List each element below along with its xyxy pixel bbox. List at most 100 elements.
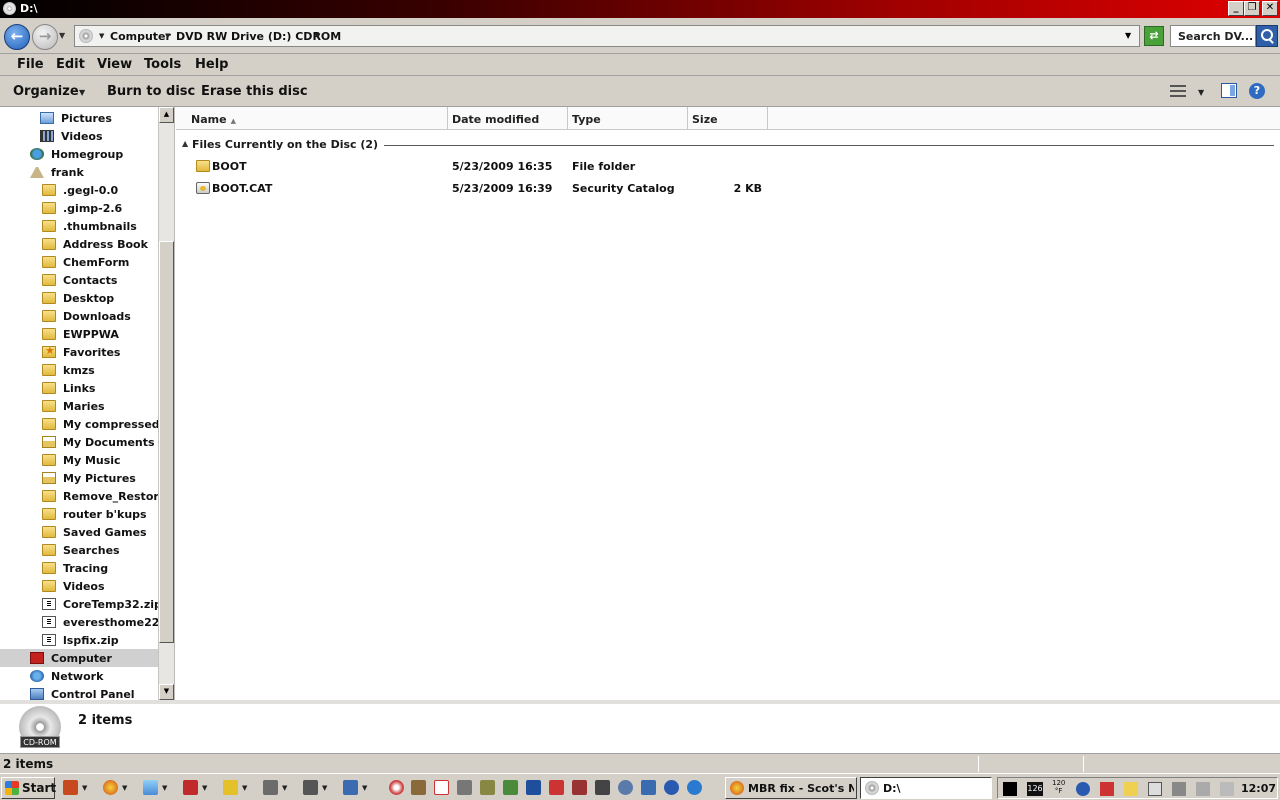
quicklaunch-icon[interactable]: [480, 780, 495, 795]
chevron-down-icon[interactable]: ▼: [362, 784, 367, 792]
tray-app-icon[interactable]: [1100, 782, 1114, 796]
quicklaunch-icon[interactable]: [411, 780, 426, 795]
close-button[interactable]: ✕: [1262, 1, 1278, 16]
menu-edit[interactable]: Edit: [56, 57, 85, 72]
address-dropdown-icon[interactable]: ▼: [1125, 31, 1131, 40]
chevron-down-icon[interactable]: ▼: [99, 32, 104, 40]
firefox-icon[interactable]: [103, 780, 118, 795]
app-group-icon[interactable]: [143, 780, 158, 795]
quicklaunch-icon[interactable]: [572, 780, 587, 795]
column-type[interactable]: Type: [568, 107, 688, 130]
app-group-icon[interactable]: [263, 780, 278, 795]
nav-item[interactable]: My Documents: [0, 433, 158, 451]
nav-item[interactable]: .thumbnails: [0, 217, 158, 235]
nav-item[interactable]: My compressed: [0, 415, 158, 433]
nav-item[interactable]: Computer: [0, 649, 158, 667]
nav-item[interactable]: My Pictures: [0, 469, 158, 487]
tray-counter[interactable]: 126: [1027, 782, 1043, 796]
quicklaunch-icon[interactable]: [618, 780, 633, 795]
ie-icon[interactable]: [687, 780, 702, 795]
nav-item[interactable]: Address Book: [0, 235, 158, 253]
nav-item[interactable]: Videos: [0, 127, 158, 145]
chevron-down-icon[interactable]: ▼: [82, 784, 87, 792]
nav-item[interactable]: router b'kups: [0, 505, 158, 523]
tray-temperature[interactable]: 120 °F: [1052, 779, 1065, 795]
menu-file[interactable]: File: [17, 57, 44, 72]
nav-item[interactable]: kmzs: [0, 361, 158, 379]
printer-icon[interactable]: [303, 780, 318, 795]
scroll-up-icon[interactable]: ▲: [159, 107, 174, 123]
breadcrumb-computer[interactable]: Computer: [110, 30, 171, 43]
nav-item[interactable]: Homegroup: [0, 145, 158, 163]
scroll-thumb[interactable]: [159, 241, 174, 643]
nav-item[interactable]: ChemForm: [0, 253, 158, 271]
nav-item[interactable]: Searches: [0, 541, 158, 559]
nav-item[interactable]: Network: [0, 667, 158, 685]
maximize-button[interactable]: ❐: [1244, 1, 1260, 16]
quicklaunch-icon[interactable]: [503, 780, 518, 795]
address-field[interactable]: ▼ Computer ▼ DVD RW Drive (D:) CDROM ▼ ▼: [74, 25, 1140, 47]
quicklaunch-icon[interactable]: [457, 780, 472, 795]
nav-item[interactable]: Desktop: [0, 289, 158, 307]
nav-item[interactable]: Pictures: [0, 109, 158, 127]
tray-app-icon[interactable]: [1076, 782, 1090, 796]
burn-to-disc-button[interactable]: Burn to disc: [107, 84, 195, 99]
network-tray-icon[interactable]: [1172, 782, 1186, 796]
file-row[interactable]: BOOT 5/23/2009 16:35 File folder: [192, 157, 772, 177]
nav-item[interactable]: Tracing: [0, 559, 158, 577]
nav-item[interactable]: Maries: [0, 397, 158, 415]
menu-tools[interactable]: Tools: [144, 57, 181, 72]
chevron-down-icon[interactable]: ▼: [162, 784, 167, 792]
nav-scrollbar[interactable]: ▲ ▼: [158, 107, 174, 700]
search-input[interactable]: Search DV...: [1170, 25, 1256, 47]
nav-item[interactable]: .gimp-2.6: [0, 199, 158, 217]
app-group-icon[interactable]: [343, 780, 358, 795]
clock[interactable]: 12:07: [1241, 782, 1276, 795]
chevron-down-icon[interactable]: ▼: [242, 784, 247, 792]
word-icon[interactable]: [526, 780, 541, 795]
tray-app-icon[interactable]: [1220, 782, 1234, 796]
nav-item[interactable]: everesthome220.zip: [0, 613, 158, 631]
organize-button[interactable]: Organize: [13, 84, 79, 99]
tray-app-icon[interactable]: [1003, 782, 1017, 796]
minimize-button[interactable]: _: [1228, 1, 1244, 16]
chevron-down-icon[interactable]: ▼: [165, 32, 170, 40]
scroll-down-icon[interactable]: ▼: [159, 684, 174, 700]
gmail-icon[interactable]: [434, 780, 449, 795]
quicklaunch-icon[interactable]: [641, 780, 656, 795]
nav-item[interactable]: frank: [0, 163, 158, 181]
nav-item[interactable]: Favorites: [0, 343, 158, 361]
chevron-down-icon[interactable]: ▼: [315, 32, 320, 40]
chevron-down-icon[interactable]: ▼: [322, 784, 327, 792]
chevron-down-icon[interactable]: ▼: [122, 784, 127, 792]
views-dropdown-icon[interactable]: ▼: [1198, 88, 1204, 97]
nav-item[interactable]: Saved Games: [0, 523, 158, 541]
chevron-down-icon[interactable]: ▼: [202, 784, 207, 792]
app-group-icon[interactable]: [223, 780, 238, 795]
nav-item[interactable]: My Music: [0, 451, 158, 469]
views-icon[interactable]: [1170, 85, 1186, 97]
taskbar-window-explorer[interactable]: D:\: [860, 777, 992, 799]
group-header[interactable]: ▲ Files Currently on the Disc (2): [182, 138, 1274, 152]
nav-item[interactable]: Downloads: [0, 307, 158, 325]
search-icon[interactable]: [1256, 25, 1278, 47]
nav-item[interactable]: Videos: [0, 577, 158, 595]
help-icon[interactable]: ?: [1249, 83, 1265, 99]
collapse-icon[interactable]: ▲: [182, 139, 188, 148]
menu-help[interactable]: Help: [195, 57, 228, 72]
media-player-icon[interactable]: [664, 780, 679, 795]
calculator-icon[interactable]: [549, 780, 564, 795]
nav-item[interactable]: Links: [0, 379, 158, 397]
quicklaunch-icon[interactable]: [595, 780, 610, 795]
column-name[interactable]: Name ▲: [176, 107, 448, 130]
nav-item[interactable]: .gegl-0.0: [0, 181, 158, 199]
nav-item[interactable]: Remove_Restore_S: [0, 487, 158, 505]
chevron-down-icon[interactable]: ▼: [282, 784, 287, 792]
nav-item[interactable]: CoreTemp32.zip: [0, 595, 158, 613]
column-date-modified[interactable]: Date modified: [448, 107, 568, 130]
back-button[interactable]: ←: [4, 24, 30, 50]
refresh-button[interactable]: ⇄: [1144, 26, 1164, 46]
tray-app-icon[interactable]: [1148, 782, 1162, 796]
history-dropdown-icon[interactable]: ▼: [59, 31, 65, 40]
nav-item[interactable]: lspfix.zip: [0, 631, 158, 649]
